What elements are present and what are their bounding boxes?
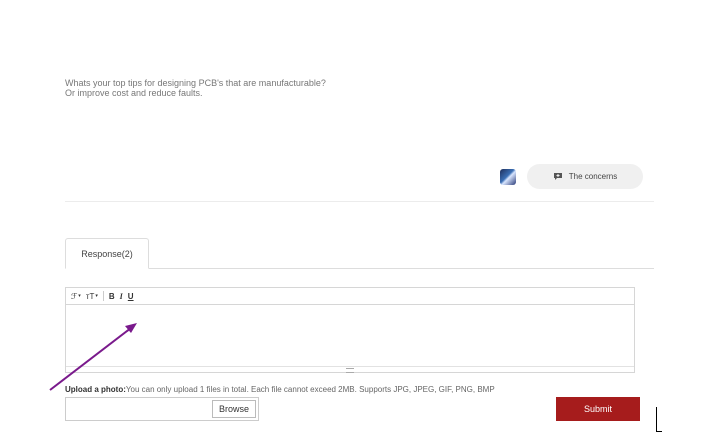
question-line-2: Or improve cost and reduce faults.: [65, 88, 203, 98]
file-input[interactable]: Browse: [65, 397, 259, 421]
browse-button[interactable]: Browse: [212, 400, 256, 418]
editor-resize-bar: [66, 366, 634, 373]
font-family-icon: ℱ: [71, 291, 78, 301]
text-cursor: [656, 407, 657, 429]
text-cursor-foot: [656, 427, 662, 432]
bold-button[interactable]: B: [109, 292, 115, 301]
toolbar-separator: [102, 291, 104, 301]
editor-toolbar: ℱ ▾ ᴛT ▾ B I U: [66, 288, 634, 305]
font-size-icon: ᴛT: [85, 291, 95, 301]
concerns-label: The concerns: [568, 172, 618, 181]
upload-label: Upload a photo:You can only upload 1 fil…: [65, 385, 495, 394]
question-line-1: Whats your top tips for designing PCB's …: [65, 78, 326, 88]
tab-underline: [65, 268, 654, 269]
resize-handle-icon[interactable]: [346, 367, 354, 373]
chevron-down-icon: ▾: [78, 293, 81, 299]
font-family-button[interactable]: ℱ ▾: [71, 292, 81, 301]
annotation-arrow: [49, 323, 137, 391]
comment-plus-icon: [553, 173, 562, 180]
upload-label-title: Upload a photo:: [65, 385, 126, 394]
avatar[interactable]: [500, 169, 516, 185]
editor-input[interactable]: [66, 305, 634, 366]
divider: [65, 201, 654, 202]
submit-button[interactable]: Submit: [556, 397, 640, 421]
concerns-button[interactable]: The concerns: [527, 164, 643, 189]
tab-response-label: Response(2): [81, 248, 133, 259]
tab-response[interactable]: Response(2): [65, 238, 149, 269]
rich-text-editor: ℱ ▾ ᴛT ▾ B I U: [65, 287, 635, 373]
font-size-button[interactable]: ᴛT ▾: [86, 292, 98, 301]
question-text: Whats your top tips for designing PCB's …: [65, 78, 326, 98]
chevron-down-icon: ▾: [95, 293, 98, 299]
underline-button[interactable]: U: [128, 292, 134, 301]
italic-button[interactable]: I: [120, 292, 123, 301]
upload-hint: You can only upload 1 files in total. Ea…: [125, 385, 495, 394]
